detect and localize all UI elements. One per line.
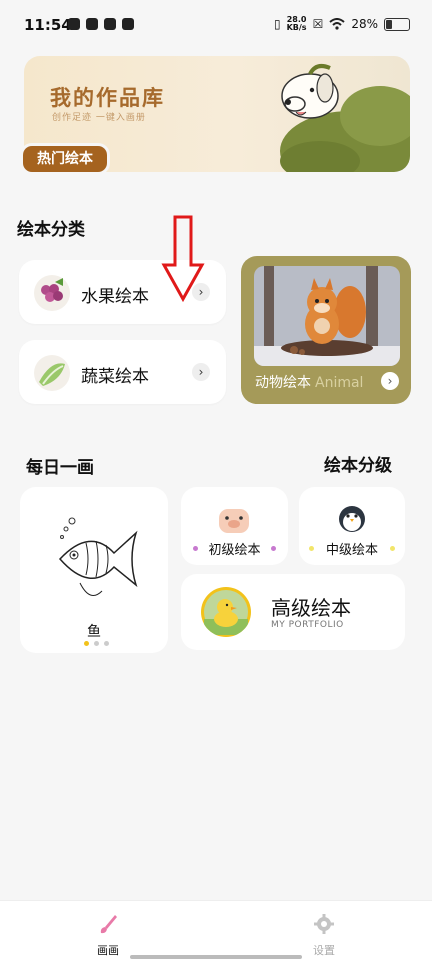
carousel-dot [84, 641, 89, 646]
tab-settings[interactable]: 设置 [284, 913, 364, 958]
level-advanced-subtitle: MY PORTFOLIO [271, 620, 344, 630]
wifi-icon [329, 18, 345, 30]
battery-icon [384, 17, 410, 31]
bullet-dot [390, 546, 395, 551]
sim-icon: ☒ [312, 17, 324, 31]
gear-icon [314, 914, 334, 934]
status-indicators: ▯ 28.0 KB/s ☒ 28% [274, 16, 410, 32]
daily-item-label: 鱼 [87, 624, 101, 640]
status-app-icons [68, 18, 134, 30]
battery-percent: 28% [351, 17, 378, 31]
category-vegetable[interactable]: 蔬菜绘本 › [19, 340, 226, 404]
fish-illustration [58, 517, 138, 596]
network-speed: 28.0 KB/s [286, 15, 307, 32]
duck-avatar [201, 587, 251, 637]
carousel-dot [104, 641, 109, 646]
carousel-dots [84, 641, 109, 646]
level-advanced-title: 高级绘本 [271, 596, 351, 620]
banner-title: 我的作品库 [50, 86, 165, 110]
home-indicator[interactable] [130, 955, 302, 959]
chevron-right-icon: › [192, 363, 210, 381]
category-animal[interactable]: 动物绘本 Animal › [241, 256, 411, 404]
tab-draw[interactable]: 画画 [68, 913, 148, 958]
cabbage-icon [34, 355, 70, 391]
tiktok-icon [68, 18, 80, 30]
squirrel-illustration [254, 266, 400, 366]
dog-illustration [280, 64, 410, 172]
bullet-dot [271, 546, 276, 551]
penguin-icon [339, 506, 365, 532]
level-intermediate[interactable]: 中级绘本 [299, 487, 405, 565]
portfolio-banner[interactable]: 我的作品库 创作足迹 一键入画册 热门绘本 [20, 56, 410, 174]
categories-title: 绘本分类 [17, 220, 85, 240]
hot-books-button[interactable]: 热门绘本 [23, 146, 107, 172]
grape-icon [34, 275, 70, 311]
levels-title: 绘本分级 [324, 456, 392, 476]
play-icon [122, 18, 134, 30]
carousel-dot [94, 641, 99, 646]
level-advanced[interactable]: 高级绘本 MY PORTFOLIO [181, 574, 405, 650]
daily-drawing-card[interactable]: 鱼 [20, 487, 168, 653]
category-animal-label: 动物绘本 Animal [255, 375, 364, 391]
status-time: 11:54 [24, 16, 72, 34]
category-fruit-label: 水果绘本 [81, 287, 149, 307]
status-bar: 11:54 ▯ 28.0 KB/s ☒ 28% [0, 0, 432, 50]
down-arrow-icon [161, 215, 205, 303]
chevron-right-icon: › [381, 372, 399, 390]
app-icon [86, 18, 98, 30]
banner-subtitle: 创作足迹 一键入画册 [52, 113, 146, 123]
link-icon [104, 18, 116, 30]
vibrate-icon: ▯ [273, 17, 281, 31]
level-beginner[interactable]: 初级绘本 [181, 487, 288, 565]
brush-icon [100, 915, 117, 934]
category-vegetable-label: 蔬菜绘本 [81, 367, 149, 387]
daily-title: 每日一画 [26, 458, 94, 478]
pig-icon [219, 509, 249, 533]
